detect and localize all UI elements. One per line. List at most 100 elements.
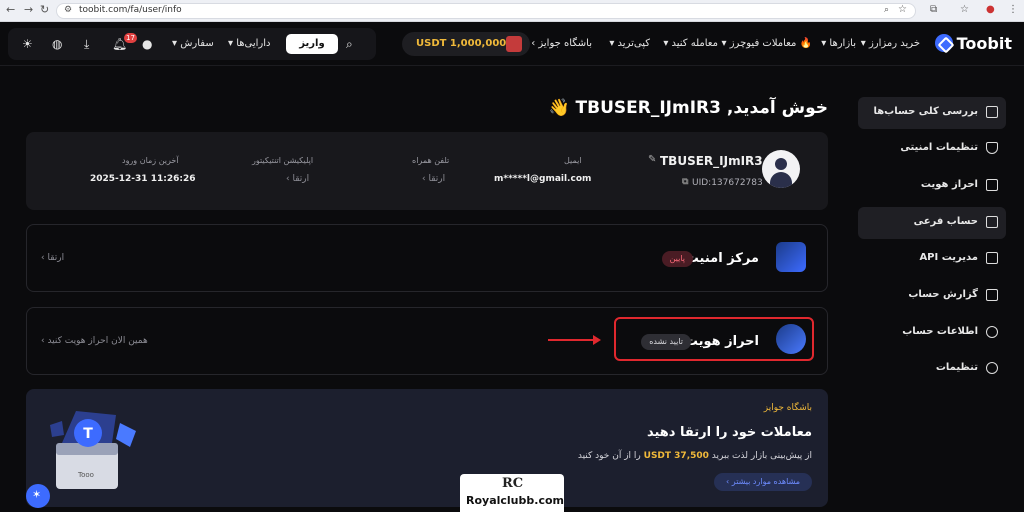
address-bar[interactable]: ⚙ toobit.com/fa/user/info ⌕ ☆ xyxy=(56,3,916,19)
page-title: خوش آمدید, TBUSER_IJmIR3 👋 xyxy=(548,98,828,118)
nav-rewards-club[interactable]: باشگاه جوایز › xyxy=(531,38,592,49)
svg-text:T: T xyxy=(83,426,93,442)
report-icon xyxy=(986,289,998,301)
watermark-mark: RC xyxy=(502,476,524,491)
promo-subtitle: باشگاه جوایز xyxy=(763,403,812,413)
security-level-badge: پایین xyxy=(661,251,693,267)
promo-desc-suffix: را از آن خود کنید xyxy=(577,451,641,461)
sidebar-item-api[interactable]: مدیریت API xyxy=(858,243,1006,275)
forward-icon[interactable]: → xyxy=(24,3,33,16)
avatar xyxy=(762,150,800,188)
language-globe-icon[interactable]: ◍ xyxy=(52,37,62,51)
deposit-label: واریز xyxy=(299,38,325,49)
sidebar-item-label: بررسی کلی حساب‌ها xyxy=(873,106,978,117)
sub-account-icon xyxy=(986,216,998,228)
prize-pool-pill[interactable]: USDT 1,000,000 xyxy=(402,32,530,56)
assets-menu[interactable]: دارایی‌ها ▾ xyxy=(228,38,270,49)
sidebar-item-label: احراز هویت xyxy=(920,179,978,190)
watermark-logo: RC Royalclubb.com xyxy=(460,474,564,512)
download-icon[interactable]: ⤓ xyxy=(84,37,89,52)
security-center-card: مرکز امنیت پایین ارتقا › xyxy=(26,224,828,292)
sidebar-item-label: تنظیمات امنیتی xyxy=(900,142,978,153)
zoom-icon[interactable]: ⌕ xyxy=(884,5,889,15)
uid-text: UID:137672783 xyxy=(692,178,763,188)
orders-menu[interactable]: سفارش ▾ xyxy=(172,38,214,49)
treasure-chest-illustration: T Tooo xyxy=(50,411,136,489)
id-card-icon xyxy=(986,179,998,191)
rewards-promo-card: باشگاه جوایز معاملات خود را ارتقا دهید ا… xyxy=(26,389,828,507)
deposit-button[interactable]: واریز xyxy=(286,34,338,54)
nav-copy-trade[interactable]: کپی‌ترید ▾ xyxy=(609,38,650,49)
grid-icon xyxy=(986,106,998,118)
reload-icon[interactable]: ↻ xyxy=(40,3,49,16)
gift-icon xyxy=(506,36,522,52)
watermark-text: Royalclubb.com xyxy=(466,494,564,507)
sidebar-item-identity[interactable]: احراز هویت xyxy=(858,170,1006,202)
logo[interactable]: Toobit xyxy=(934,32,1012,54)
url-text: toobit.com/fa/user/info xyxy=(79,5,182,15)
security-shield-illustration xyxy=(776,242,806,272)
theme-toggle-icon[interactable]: ☀ xyxy=(22,37,33,51)
sidebar-item-security[interactable]: تنظیمات امنیتی xyxy=(858,133,1006,165)
svg-text:Tooo: Tooo xyxy=(77,471,94,479)
header-tools: ☀ ◍ ⤓ 🔔︎ 17 ● سفارش ▾ دارایی‌ها ▾ واریز … xyxy=(8,28,376,60)
promo-see-more-button[interactable]: مشاهده موارد بیشتر › xyxy=(714,473,812,491)
browser-menu-icon[interactable]: ⋮ xyxy=(1008,4,1018,15)
email-label: ایمیل xyxy=(564,156,582,165)
promo-title: معاملات خود را ارتقا دهید xyxy=(646,425,812,440)
annotation-arrow xyxy=(548,339,596,341)
support-chat-button[interactable] xyxy=(26,484,50,508)
sidebar-item-label: حساب فرعی xyxy=(913,216,978,227)
prize-pool-text: USDT 1,000,000 xyxy=(416,38,507,49)
gear-icon xyxy=(986,362,998,374)
promo-desc-amount: USDT 37,500 xyxy=(643,451,709,461)
last-login-value: 2025-12-31 11:26:26 xyxy=(90,174,196,184)
sidebar-item-overview[interactable]: بررسی کلی حساب‌ها xyxy=(858,97,1006,129)
sidebar-item-label: اطلاعات حساب xyxy=(902,326,978,337)
user-icon xyxy=(986,326,998,338)
sidebar-item-label: گزارش حساب xyxy=(908,289,978,300)
site-info-icon[interactable]: ⚙ xyxy=(64,5,72,15)
logo-text: Toobit xyxy=(956,33,1012,53)
promo-desc-prefix: از پیش‌بینی بازار لذت ببرید xyxy=(711,451,812,461)
annotation-arrow-head xyxy=(593,335,601,345)
toobit-logo-icon xyxy=(934,34,953,52)
sidebar-item-account-info[interactable]: اطلاعات حساب xyxy=(858,317,1006,349)
bookmark-star-icon[interactable]: ☆ xyxy=(898,4,907,15)
username: TBUSER_IJmIR3 xyxy=(660,154,763,168)
authenticator-upgrade-link[interactable]: ارتقا › xyxy=(286,174,309,184)
email-value: m*****l@gmail.com xyxy=(494,174,592,184)
app-header: Toobit خرید رمزارز ▾ بازارها ▾ 🔥 معاملات… xyxy=(0,22,1024,66)
edit-icon[interactable]: ✎ xyxy=(648,154,656,165)
sidebar-item-label: تنظیمات xyxy=(935,362,978,373)
extensions-icon[interactable]: ⧉ xyxy=(930,4,937,15)
bookmark-icon[interactable]: ☆ xyxy=(960,4,969,15)
notification-count-badge: 17 xyxy=(124,33,137,43)
copy-icon[interactable]: ⧉ xyxy=(682,177,688,187)
back-icon[interactable]: ← xyxy=(6,3,15,16)
authenticator-label: اپلیکیشن اتنتیکیتور xyxy=(252,156,314,165)
nav-markets[interactable]: بازارها ▾ xyxy=(821,38,856,49)
security-upgrade-link[interactable]: ارتقا › xyxy=(41,253,64,263)
browser-toolbar: ← → ↻ ⚙ toobit.com/fa/user/info ⌕ ☆ ⧉ ☆ … xyxy=(0,0,1024,22)
sidebar-item-sub-account[interactable]: حساب فرعی xyxy=(858,207,1006,239)
security-center-title: مرکز امنیت xyxy=(685,251,759,266)
profile-card: TBUSER_IJmIR3 ✎ UID:137672783 ⧉ ایمیل m*… xyxy=(26,132,828,210)
user-account-icon[interactable]: ● xyxy=(142,37,152,51)
verify-now-link[interactable]: همین الان احراز هویت کنید › xyxy=(41,336,148,346)
nav-trade[interactable]: معامله کنید ▾ xyxy=(663,38,718,49)
sidebar-item-report[interactable]: گزارش حساب xyxy=(858,280,1006,312)
nav-buy-crypto[interactable]: خرید رمزارز ▾ xyxy=(861,38,920,49)
profile-icon[interactable]: ● xyxy=(986,4,995,15)
last-login-label: آخرین زمان ورود xyxy=(122,156,179,165)
promo-description: از پیش‌بینی بازار لذت ببرید USDT 37,500 … xyxy=(578,451,812,461)
sidebar-item-label: مدیریت API xyxy=(919,252,978,263)
nav-futures[interactable]: 🔥 معاملات فیوچرز ▾ xyxy=(722,38,812,49)
phone-label: تلفن همراه xyxy=(412,156,450,165)
sidebar-item-settings[interactable]: تنظیمات xyxy=(858,353,1006,385)
api-icon xyxy=(986,252,998,264)
search-icon[interactable]: ⌕ xyxy=(346,37,353,52)
phone-upgrade-link[interactable]: ارتقا › xyxy=(422,174,445,184)
annotation-highlight-box xyxy=(614,317,814,361)
shield-icon xyxy=(986,142,998,154)
